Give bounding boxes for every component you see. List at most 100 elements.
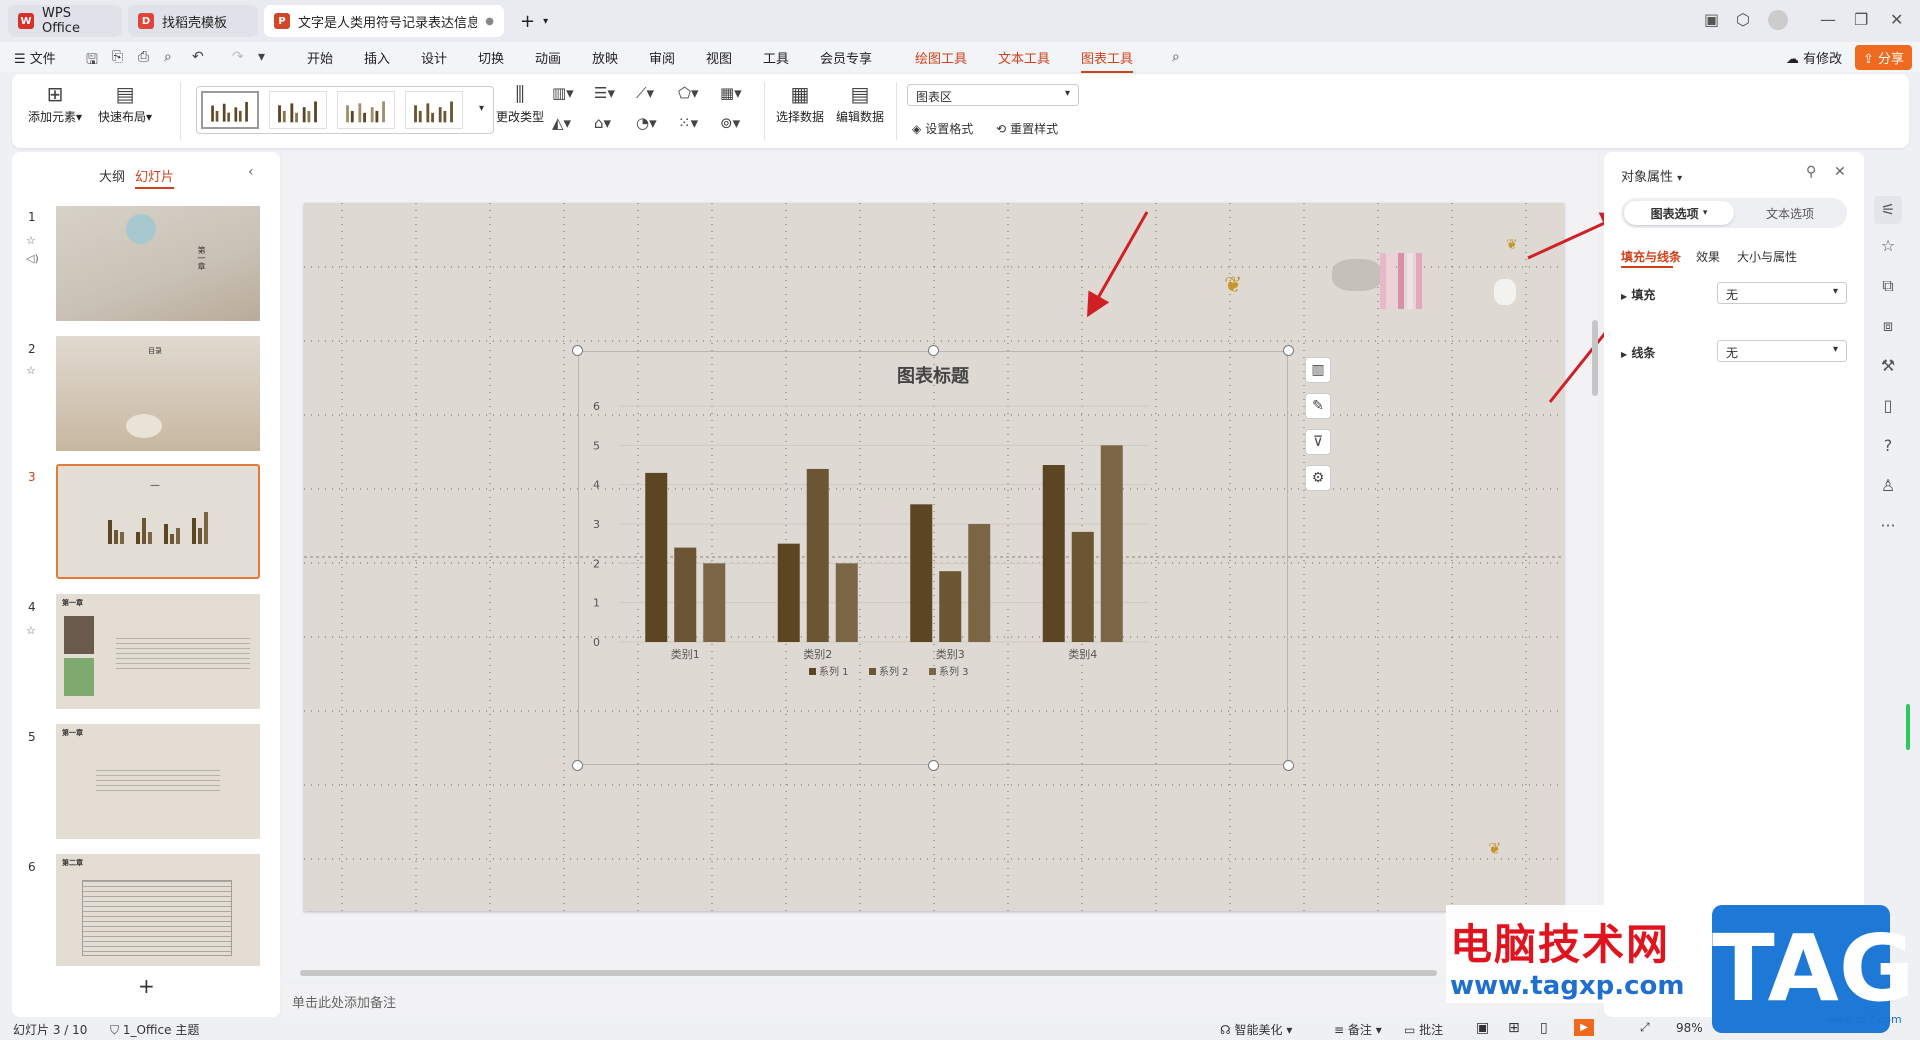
line-section-toggle[interactable]: ▶ 线条 [1621, 344, 1655, 361]
book-icon[interactable]: ▯ [1878, 396, 1898, 415]
set-format-button[interactable]: ◈ 设置格式 [912, 120, 973, 137]
tools-icon[interactable]: ⚒ [1878, 356, 1898, 375]
slide-thumbnail-1[interactable]: 第一章 [56, 206, 260, 321]
slide-thumbnail-2[interactable]: 目录 [56, 336, 260, 451]
fill-section-toggle[interactable]: ▶ 填充 [1621, 286, 1655, 303]
menu-view[interactable]: 视图 [706, 48, 732, 67]
star-icon[interactable]: ☆ [1878, 236, 1898, 255]
new-tab-button[interactable]: + ▾ [510, 5, 550, 37]
bar-chart-icon[interactable]: ☰▾ [594, 84, 615, 102]
panel-title[interactable]: 对象属性 ▾ [1621, 166, 1682, 185]
close-icon[interactable]: ✕ [1890, 10, 1903, 29]
gallery-more-icon[interactable]: ▾ [479, 103, 484, 114]
menu-design[interactable]: 设计 [421, 48, 447, 67]
avatar[interactable] [1768, 10, 1788, 30]
vertical-scrollbar[interactable] [1592, 320, 1598, 396]
image-edit-icon[interactable]: ⧈ [1878, 316, 1898, 336]
edit-data-button[interactable]: ▤ 编辑数据 [836, 80, 884, 125]
help-icon[interactable]: ? [1878, 436, 1898, 455]
fill-select[interactable]: 无 ▾ [1717, 282, 1847, 304]
rotate-handle[interactable] [928, 345, 939, 356]
restore-icon[interactable]: ❐ [1854, 10, 1868, 29]
stock-chart-icon[interactable]: ⌂▾ [594, 114, 611, 132]
select-data-button[interactable]: ▦ 选择数据 [776, 80, 824, 125]
notes-toggle[interactable]: ≡ 备注 ▾ [1334, 1021, 1382, 1038]
modified-button[interactable]: ☁ 有修改 [1786, 48, 1842, 67]
pie-chart-icon[interactable]: ◔▾ [636, 114, 657, 132]
tab-dot-icon[interactable]: ● [485, 16, 494, 27]
share-button[interactable]: ⇪ 分享 [1855, 45, 1913, 70]
add-element-button[interactable]: ⊞ 添加元素▾ [28, 80, 82, 125]
chart-area[interactable]: 图表标题 0 1 2 3 4 5 6 类别1 类别2 类别3 类别4 系列 1 系列 2 系列 3 [578, 351, 1288, 765]
menu-home[interactable]: 开始 [307, 48, 333, 67]
radar-chart-icon[interactable]: ⬠▾ [678, 84, 699, 102]
column-chart-icon[interactable]: ▥▾ [552, 84, 574, 102]
slide-thumbnail-5[interactable]: 第一章 [56, 724, 260, 839]
pin-icon[interactable]: ⚲ [1806, 164, 1816, 180]
area-chart-icon[interactable]: ◭▾ [552, 114, 571, 132]
chart-style-3[interactable] [337, 91, 395, 129]
chart-area-select[interactable]: 图表区 ▾ [907, 84, 1079, 106]
menu-drawing-tools[interactable]: 绘图工具 [915, 48, 967, 67]
subtab-fill-line[interactable]: 填充与线条 [1621, 248, 1681, 265]
undo-icon[interactable]: ↶ [192, 49, 204, 65]
reset-style-button[interactable]: ⟲ 重置样式 [996, 120, 1058, 137]
print-icon[interactable]: ⎙ [138, 49, 149, 65]
minimize-icon[interactable]: — [1820, 10, 1836, 29]
subtab-size[interactable]: 大小与属性 [1737, 248, 1797, 265]
slide-thumbnail-6[interactable]: 第二章 [56, 854, 260, 966]
tab-chart-options[interactable]: 图表选项 ▾ [1624, 201, 1734, 225]
menu-animation[interactable]: 动画 [535, 48, 561, 67]
resize-handle[interactable] [1283, 760, 1294, 771]
print-preview-icon[interactable]: ⌕ [164, 49, 172, 65]
chart-style-2[interactable] [269, 91, 327, 129]
table-chart-icon[interactable]: ▦▾ [720, 84, 742, 102]
chart-style-1[interactable] [201, 91, 259, 129]
menu-review[interactable]: 审阅 [649, 48, 675, 67]
search-icon[interactable]: ⌕ [1172, 49, 1180, 65]
chart-style-4[interactable] [405, 91, 463, 129]
tab-wps-office[interactable]: W WPS Office [8, 5, 122, 37]
smart-beautify-button[interactable]: ☊ 智能美化 ▾ [1220, 1021, 1292, 1038]
properties-icon[interactable]: ⚟ [1874, 196, 1902, 224]
shirt-icon[interactable]: ♙ [1878, 476, 1898, 495]
notes-input[interactable]: 单击此处添加备注 [282, 985, 1598, 1017]
redo-icon[interactable]: ↷ [232, 49, 244, 65]
file-menu[interactable]: ☰ 文件 [14, 48, 56, 67]
window-layout-icon[interactable]: ▣ [1704, 10, 1719, 29]
slide-canvas[interactable]: ❦ ❦ ❦ 图表标题 0 1 2 3 4 5 6 类别1 类别2 类别3 类别4 系列 1 系列 2 系列… [304, 203, 1564, 911]
resize-handle[interactable] [1283, 345, 1294, 356]
menu-chart-tools[interactable]: 图表工具 [1081, 48, 1134, 73]
quick-layout-button[interactable]: ▤ 快速布局▾ [98, 80, 152, 125]
resize-handle[interactable] [572, 345, 583, 356]
menu-slideshow[interactable]: 放映 [592, 48, 618, 67]
resize-handle[interactable] [928, 760, 939, 771]
horizontal-scrollbar[interactable] [300, 970, 1437, 976]
tab-document[interactable]: P 文字是人类用符号记录表达信息以 ● [264, 5, 504, 37]
tab-outline[interactable]: 大纲 [99, 166, 125, 185]
resize-handle[interactable] [572, 760, 583, 771]
chart-filter-icon[interactable]: ⊽ [1305, 429, 1331, 455]
tab-text-options[interactable]: 文本选项 [1736, 201, 1844, 225]
menu-text-tools[interactable]: 文本工具 [998, 48, 1050, 67]
line-select[interactable]: 无 ▾ [1717, 340, 1847, 362]
tab-slides[interactable]: 幻灯片 [135, 166, 175, 189]
chart-elements-icon[interactable]: ▥ [1305, 357, 1331, 383]
change-type-button[interactable]: ⫼ 更改类型 [496, 80, 544, 125]
chart-settings-icon[interactable]: ⚙ [1305, 465, 1331, 491]
slide-thumbnail-4[interactable]: 第一章 [56, 594, 260, 709]
menu-tools[interactable]: 工具 [763, 48, 789, 67]
more-icon[interactable]: ▾ [258, 49, 265, 65]
chart-style-brush-icon[interactable]: ✎ [1305, 393, 1331, 419]
theme-label[interactable]: ⛉ 1_Office 主题 [110, 1021, 199, 1038]
copy-icon[interactable]: ⧉ [1878, 276, 1898, 296]
bubble-chart-icon[interactable]: ⊚▾ [720, 114, 740, 132]
more-icon[interactable]: ··· [1878, 516, 1898, 535]
slide-thumbnail-3[interactable]: — [56, 464, 260, 579]
export-pdf-icon[interactable]: ⎘ [112, 49, 123, 65]
menu-insert[interactable]: 插入 [364, 48, 390, 67]
menu-member[interactable]: 会员专享 [820, 48, 872, 67]
subtab-effect[interactable]: 效果 [1696, 248, 1720, 265]
close-icon[interactable]: ✕ [1834, 164, 1846, 180]
menu-transition[interactable]: 切换 [478, 48, 504, 67]
